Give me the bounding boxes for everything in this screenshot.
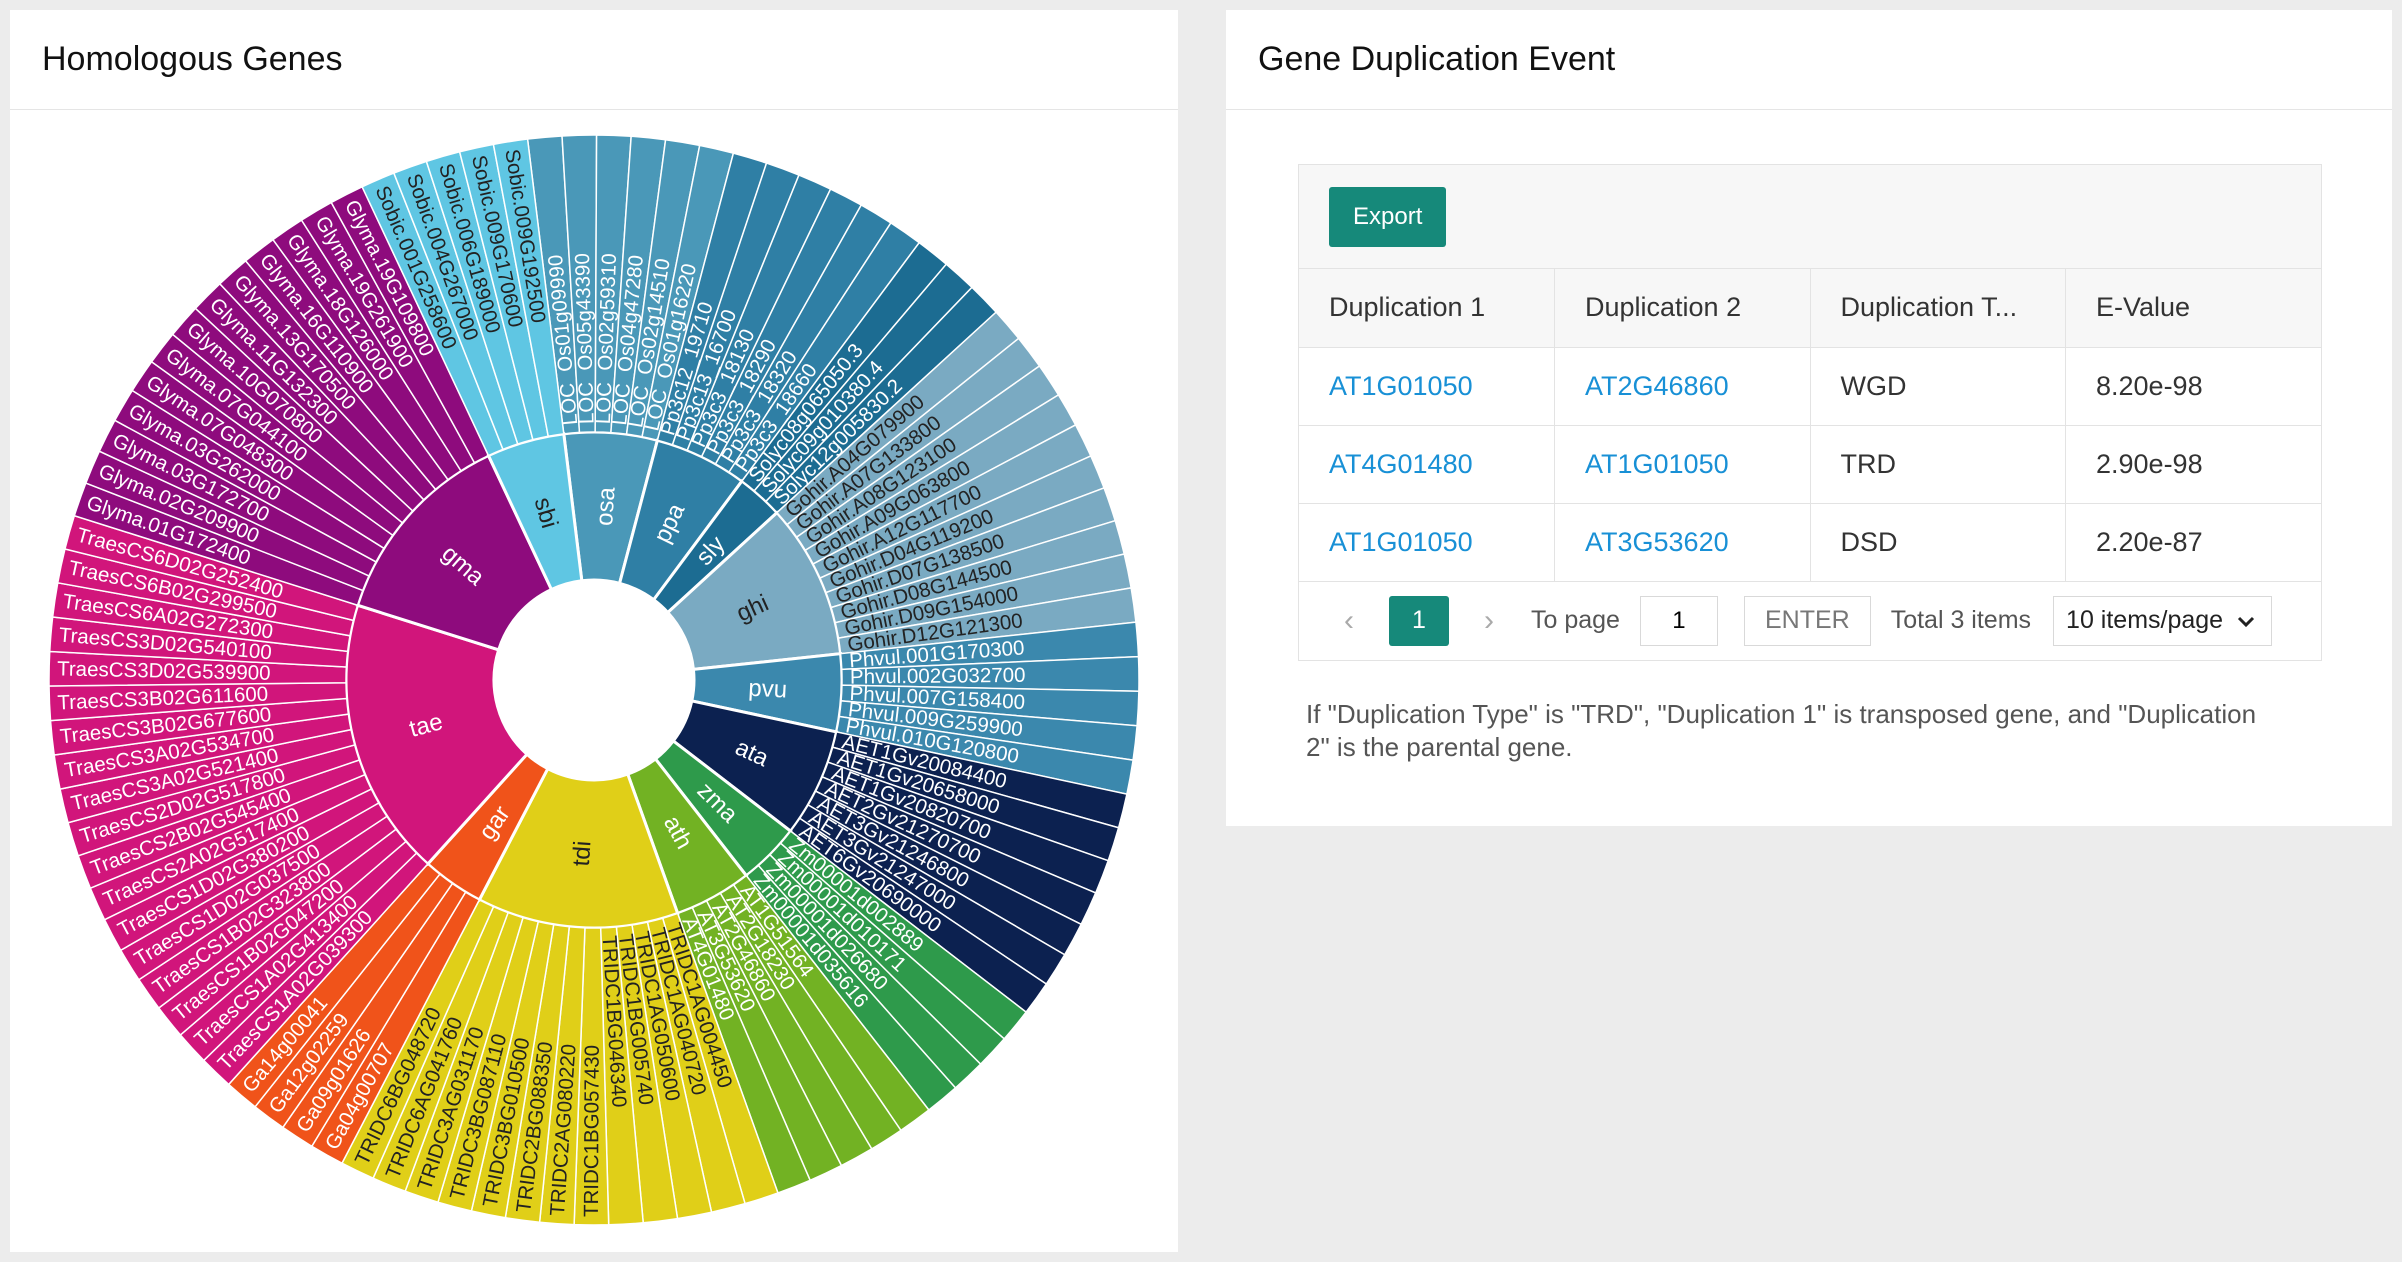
- panel-title: Gene Duplication Event: [1226, 10, 2392, 110]
- page-size-value: 10 items/page: [2066, 606, 2224, 634]
- duplication-type-cell: WGD: [1810, 347, 2066, 426]
- e-value-cell: 2.20e-87: [2065, 503, 2321, 582]
- e-value-cell: 8.20e-98: [2065, 347, 2321, 426]
- gene-link[interactable]: AT4G01480: [1329, 449, 1473, 479]
- sunburst-chart[interactable]: osaLOC_Os01g09990LOC_Os05g43390LOC_Os02g…: [10, 110, 1178, 1252]
- gene-link[interactable]: AT2G46860: [1585, 371, 1729, 401]
- duplication-type-note: If "Duplication Type" is "TRD", "Duplica…: [1306, 699, 2257, 762]
- species-label: osa: [591, 486, 621, 527]
- column-header-duplication-2[interactable]: Duplication 2: [1554, 269, 1811, 348]
- duplication-table-wrapper: Export Duplication 1 Duplication 2 Dupli…: [1298, 164, 2322, 661]
- panel-title: Homologous Genes: [10, 10, 1178, 110]
- gene-label: TRIDC1BG057430: [580, 1045, 604, 1217]
- column-header-duplication-1[interactable]: Duplication 1: [1299, 269, 1555, 348]
- enter-button[interactable]: ENTER: [1743, 595, 1871, 646]
- page-button-current[interactable]: 1: [1389, 595, 1449, 646]
- gene-link[interactable]: AT1G01050: [1329, 371, 1473, 401]
- e-value-cell: 2.90e-98: [2065, 425, 2321, 504]
- duplication-table: Duplication 1 Duplication 2 Duplication …: [1299, 269, 2321, 582]
- total-items-label: Total 3 items: [1890, 606, 2032, 634]
- page-size-select[interactable]: 10 items/page: [2053, 595, 2273, 646]
- homologous-genes-panel: Homologous Genes osa LOC_Os01g09990 LOC_Os…: [10, 10, 1178, 1252]
- species-label: pvu: [748, 675, 788, 704]
- export-button[interactable]: Export: [1329, 186, 1447, 247]
- chevron-left-icon[interactable]: ‹: [1329, 604, 1369, 638]
- gene-link[interactable]: AT3G53620: [1585, 527, 1729, 557]
- gene-link[interactable]: AT1G01050: [1329, 527, 1473, 557]
- chevron-right-icon[interactable]: ›: [1469, 604, 1509, 638]
- chevron-down-icon: [2238, 616, 2255, 627]
- gene-link[interactable]: AT1G01050: [1585, 449, 1729, 479]
- gene-duplication-panel: Gene Duplication Event Export Duplicatio…: [1226, 10, 2392, 826]
- table-row: AT1G01050 AT3G53620 DSD 2.20e-87: [1299, 503, 2321, 582]
- column-header-e-value[interactable]: E-Value: [2065, 269, 2321, 348]
- duplication-type-cell: DSD: [1810, 503, 2066, 582]
- column-header-duplication-type[interactable]: Duplication T...: [1810, 269, 2066, 348]
- table-toolbar: Export: [1299, 165, 2321, 269]
- table-header-row: Duplication 1 Duplication 2 Duplication …: [1299, 269, 2321, 348]
- page-number-input[interactable]: [1639, 595, 1718, 646]
- species-label: tdi: [568, 840, 597, 867]
- sunburst-segments[interactable]: osaLOC_Os01g09990LOC_Os05g43390LOC_Os02g…: [48, 134, 1140, 1226]
- duplication-type-cell: TRD: [1810, 425, 2066, 504]
- table-row: AT1G01050 AT2G46860 WGD 8.20e-98: [1299, 347, 2321, 426]
- to-page-label: To page: [1531, 606, 1620, 634]
- pagination: ‹ 1 › To page ENTER Total 3 items 10 ite…: [1299, 582, 2321, 660]
- table-row: AT4G01480 AT1G01050 TRD 2.90e-98: [1299, 425, 2321, 504]
